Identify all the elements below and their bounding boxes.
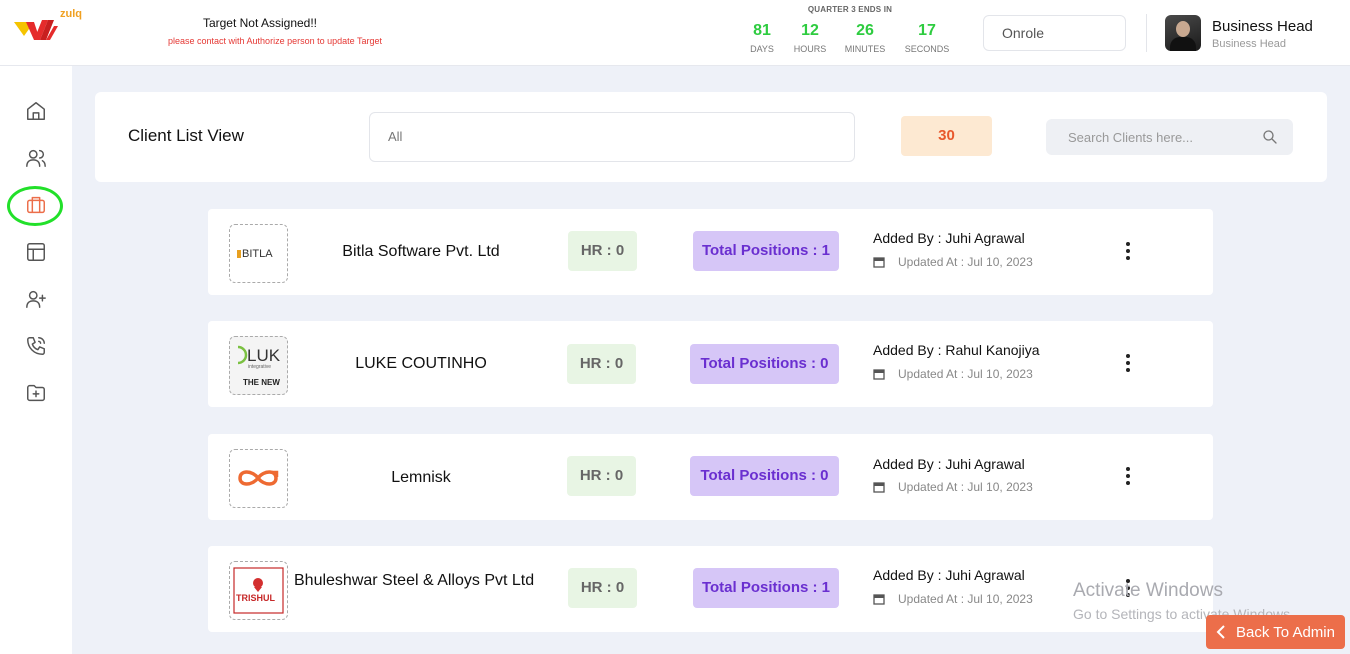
svg-text:BITLA: BITLA (242, 248, 273, 260)
client-card[interactable]: BITLA Bitla Software Pvt. Ltd HR : 0 Tot… (208, 209, 1213, 295)
svg-text:TRISHUL: TRISHUL (236, 593, 275, 603)
page-title: Client List View (128, 126, 244, 145)
folder-plus-icon[interactable] (24, 381, 48, 405)
total-positions-badge[interactable]: Total Positions : 0 (690, 344, 839, 384)
more-options-icon[interactable] (1122, 351, 1134, 375)
client-name[interactable]: Lemnisk (294, 468, 548, 487)
client-logo: BITLA (229, 224, 288, 283)
hr-count-badge: HR : 0 (567, 344, 636, 384)
client-name[interactable]: Bhuleshwar Steel & Alloys Pvt Ltd (294, 571, 544, 590)
back-to-admin-label: Back To Admin (1236, 623, 1335, 641)
calendar-icon (873, 594, 885, 605)
calendar-icon (873, 257, 885, 268)
user-plus-icon[interactable] (24, 287, 48, 311)
countdown-days: 81 DAYS (737, 22, 787, 54)
calendar-icon (873, 369, 885, 380)
more-options-icon[interactable] (1122, 464, 1134, 488)
added-by-text: Added By : Juhi Agrawal (873, 456, 1025, 472)
updated-at: Updated At : Jul 10, 2023 (873, 255, 1033, 269)
home-icon[interactable] (24, 99, 48, 123)
chevron-left-icon (1216, 625, 1225, 639)
countdown-seconds-label: SECONDS (904, 44, 950, 54)
client-filter-select[interactable]: All (369, 112, 855, 162)
quarter-countdown-label: QUARTER 3 ENDS IN (807, 5, 893, 14)
updated-at: Updated At : Jul 10, 2023 (873, 592, 1033, 606)
app-logo[interactable]: zulq (12, 6, 96, 52)
countdown-seconds: 17 SECONDS (902, 22, 952, 54)
client-logo: LUK integrative THE NEW (229, 336, 288, 395)
client-card[interactable]: LUK integrative THE NEW LUKE COUTINHO HR… (208, 321, 1213, 407)
updated-at: Updated At : Jul 10, 2023 (873, 367, 1033, 381)
client-card[interactable]: TRISHUL Bhuleshwar Steel & Alloys Pvt Lt… (208, 546, 1213, 632)
countdown-minutes-label: MINUTES (844, 44, 886, 54)
layout-icon[interactable] (24, 240, 48, 264)
logo-icon: zulq (14, 8, 82, 40)
more-options-icon[interactable] (1122, 239, 1134, 263)
phone-call-icon[interactable] (24, 334, 48, 358)
top-header: zulq Target Not Assigned!! please contac… (0, 0, 1350, 66)
client-name[interactable]: Bitla Software Pvt. Ltd (294, 242, 548, 261)
updated-at-text: Updated At : Jul 10, 2023 (898, 480, 1033, 494)
countdown-minutes: 26 MINUTES (840, 22, 890, 54)
added-by-text: Added By : Juhi Agrawal (873, 230, 1025, 246)
employment-type-select[interactable]: Onrole (983, 15, 1126, 51)
target-status-title: Target Not Assigned!! (202, 16, 318, 30)
client-count-badge: 30 (901, 116, 992, 156)
added-by-text: Added By : Juhi Agrawal (873, 567, 1025, 583)
total-positions-badge[interactable]: Total Positions : 1 (693, 231, 839, 271)
countdown-hours-value: 12 (801, 22, 819, 39)
svg-text:THE NEW: THE NEW (243, 378, 280, 387)
hr-count-badge: HR : 0 (568, 568, 637, 608)
added-by-text: Added By : Rahul Kanojiya (873, 342, 1040, 358)
client-name[interactable]: LUKE COUTINHO (294, 354, 548, 373)
search-input[interactable] (1046, 119, 1256, 155)
hr-count-badge: HR : 0 (568, 231, 637, 271)
hr-count-badge: HR : 0 (567, 456, 636, 496)
lemnisk-logo-icon (238, 470, 279, 486)
countdown-days-label: DAYS (750, 44, 774, 54)
activate-windows-watermark: Activate Windows (1073, 580, 1223, 601)
briefcase-icon[interactable] (24, 193, 48, 217)
client-logo: TRISHUL (229, 561, 288, 620)
avatar-body (1170, 37, 1196, 51)
back-to-admin-button[interactable]: Back To Admin (1206, 615, 1345, 649)
total-positions-badge[interactable]: Total Positions : 0 (690, 456, 839, 496)
user-avatar[interactable] (1165, 15, 1201, 51)
svg-text:integrative: integrative (248, 364, 271, 370)
user-role: Business Head (1212, 38, 1286, 50)
updated-at-text: Updated At : Jul 10, 2023 (898, 592, 1033, 606)
avatar-face (1176, 21, 1190, 37)
updated-at-text: Updated At : Jul 10, 2023 (898, 255, 1033, 269)
user-name[interactable]: Business Head (1212, 18, 1313, 35)
svg-text:LUK: LUK (247, 346, 281, 365)
client-card[interactable]: Lemnisk HR : 0 Total Positions : 0 Added… (208, 434, 1213, 520)
total-positions-badge[interactable]: Total Positions : 1 (693, 568, 839, 608)
calendar-icon (873, 482, 885, 493)
countdown-minutes-value: 26 (856, 22, 874, 39)
svg-text:zulq: zulq (60, 8, 82, 20)
countdown-hours: 12 HOURS (785, 22, 835, 54)
client-logo (229, 449, 288, 508)
search-icon[interactable] (1261, 128, 1279, 146)
countdown-days-value: 81 (753, 22, 771, 39)
header-divider (1146, 14, 1147, 52)
sidebar-nav (0, 66, 72, 654)
target-status-subtitle: please contact with Authorize person to … (168, 36, 382, 46)
search-box (1046, 119, 1293, 155)
countdown-seconds-value: 17 (918, 22, 936, 39)
users-icon[interactable] (24, 146, 48, 170)
countdown-hours-label: HOURS (793, 44, 827, 54)
updated-at: Updated At : Jul 10, 2023 (873, 480, 1033, 494)
client-list-header-panel: Client List View All 30 (95, 92, 1327, 182)
updated-at-text: Updated At : Jul 10, 2023 (898, 367, 1033, 381)
